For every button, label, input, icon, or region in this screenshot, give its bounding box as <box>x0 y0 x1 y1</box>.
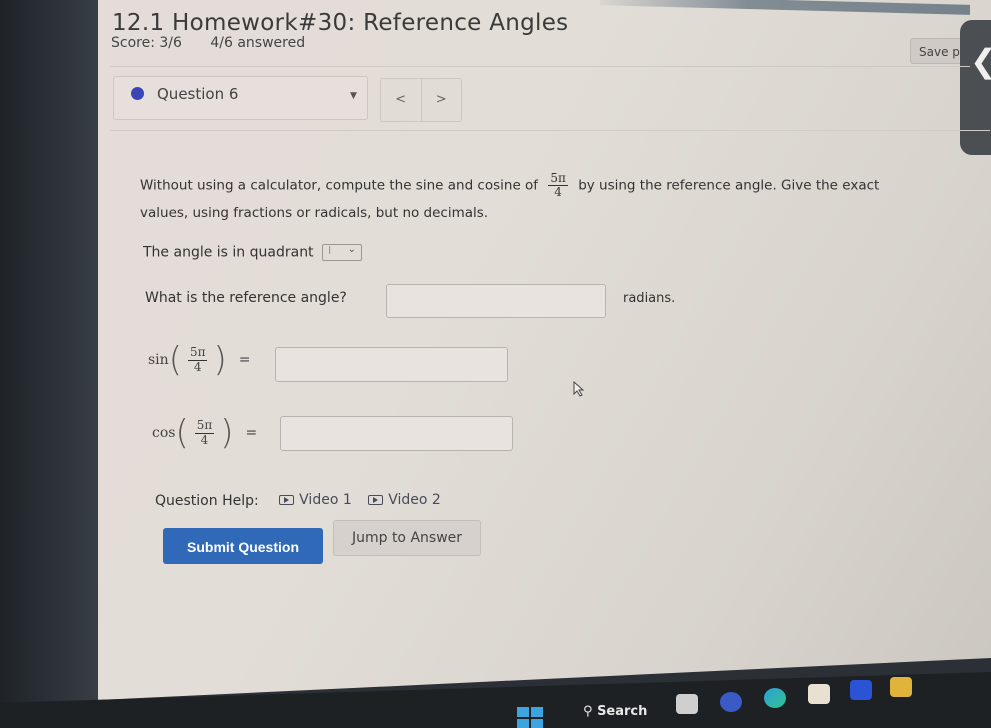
store-app-icon[interactable] <box>808 684 830 704</box>
chevron-left-icon: ❮ <box>970 42 991 80</box>
windows-start-icon[interactable] <box>517 707 543 728</box>
video-2-label: Video 2 <box>388 492 441 508</box>
taskbar-search-label: Search <box>597 704 648 719</box>
fraction-denominator: 4 <box>200 432 209 447</box>
chevron-down-icon: ⌄ <box>347 244 357 255</box>
fraction-denominator: 4 <box>193 359 202 374</box>
question-status-dot <box>131 87 144 100</box>
caret-down-icon: ▼ <box>350 91 357 101</box>
angle-fraction: 5π 4 <box>548 171 568 200</box>
radians-unit: radians. <box>623 291 676 306</box>
side-panel-tab[interactable]: ❮ <box>960 20 991 155</box>
search-icon: ⚲ <box>583 704 593 719</box>
video-2-link[interactable]: Video 2 <box>368 492 441 508</box>
submit-question-button[interactable]: Submit Question <box>163 528 323 564</box>
quadrant-value: I <box>328 244 332 257</box>
left-paren: ( <box>168 340 182 380</box>
edge-browser-icon[interactable] <box>764 688 786 708</box>
quadrant-label: The angle is in quadrant <box>143 244 314 261</box>
fraction-numerator: 5π <box>194 418 215 434</box>
question-help: Question Help: Video 1 Video 2 <box>155 492 453 509</box>
video-1-link[interactable]: Video 1 <box>279 492 352 508</box>
jump-to-answer-button[interactable]: Jump to Answer <box>333 520 481 556</box>
divider <box>110 130 990 131</box>
taskbar-search[interactable]: ⚲ Search <box>583 704 647 719</box>
video-1-label: Video 1 <box>299 492 352 508</box>
fraction-numerator: 5π <box>187 345 208 361</box>
divider <box>110 66 970 67</box>
file-explorer-icon[interactable] <box>890 677 912 697</box>
sin-label: sin <box>148 352 169 368</box>
monitor-bezel <box>0 0 110 728</box>
angle-fraction: 5π 4 <box>187 345 208 374</box>
quadrant-select[interactable]: I ⌄ <box>322 244 363 261</box>
question-select[interactable]: Question 6 ▼ <box>113 76 368 120</box>
sin-expression: sin(5π 4) = <box>148 340 250 380</box>
mouse-cursor-icon <box>573 381 585 397</box>
task-view-icon[interactable] <box>676 694 698 714</box>
right-paren: ) <box>220 413 234 453</box>
fraction-numerator: 5π <box>548 171 568 187</box>
video-play-icon <box>368 495 384 505</box>
fraction-denominator: 4 <box>554 185 562 200</box>
assignment-title: 12.1 Homework#30: Reference Angles <box>112 10 569 36</box>
answered-text: 4/6 answered <box>210 35 306 51</box>
video-play-icon <box>279 495 295 505</box>
dropbox-app-icon[interactable] <box>850 680 872 700</box>
sin-answer-input[interactable] <box>275 347 508 382</box>
cos-answer-input[interactable] <box>280 416 513 451</box>
question-prompt: Without using a calculator, compute the … <box>140 171 880 200</box>
question-select-label: Question 6 <box>157 85 239 103</box>
question-nav: < > <box>380 78 462 122</box>
cos-expression: cos(5π 4) = <box>152 413 257 453</box>
left-paren: ( <box>175 413 189 453</box>
prompt-line-2: values, using fractions or radicals, but… <box>140 205 489 221</box>
prompt-text: Without using a calculator, compute the … <box>140 177 539 194</box>
next-question-button[interactable]: > <box>422 79 462 121</box>
score-row: Score: 3/6 4/6 answered <box>111 35 329 51</box>
right-paren: ) <box>213 340 227 380</box>
equals-sign: = <box>245 425 258 441</box>
score-text: Score: 3/6 <box>111 35 182 51</box>
quadrant-row: The angle is in quadrant I ⌄ <box>143 244 363 261</box>
reference-angle-label: What is the reference angle? <box>145 290 347 306</box>
previous-question-button[interactable]: < <box>381 79 422 121</box>
question-help-label: Question Help: <box>155 493 259 509</box>
angle-fraction: 5π 4 <box>194 418 215 447</box>
equals-sign: = <box>238 352 251 368</box>
meet-app-icon[interactable] <box>720 692 742 712</box>
cos-label: cos <box>152 425 176 441</box>
reference-angle-input[interactable] <box>386 284 606 318</box>
prompt-text: by using the reference angle. Give the e… <box>578 177 880 194</box>
